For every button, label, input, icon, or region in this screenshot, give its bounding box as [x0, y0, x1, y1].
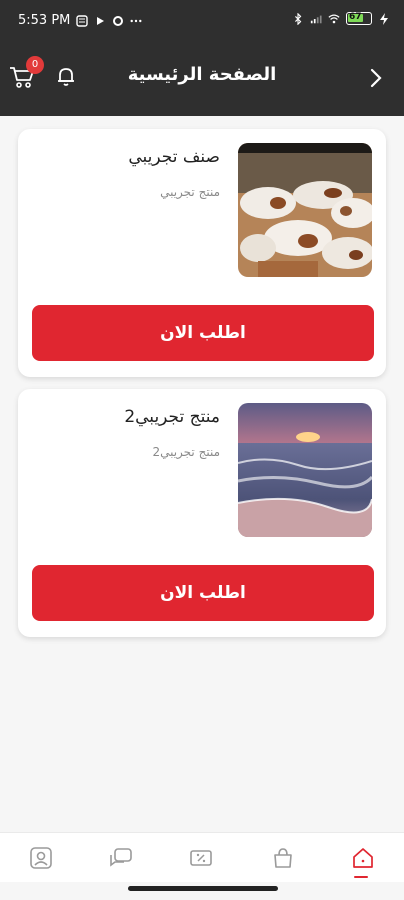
chat-icon[interactable] — [108, 845, 134, 871]
battery-icon: 67 — [346, 12, 372, 25]
profile-icon[interactable] — [28, 845, 54, 871]
bag-icon[interactable] — [270, 845, 296, 871]
order-now-button[interactable]: اطلب الان — [32, 565, 374, 621]
product-name: صنف تجريبي — [128, 147, 220, 167]
product-description: منتج تجريبي — [160, 185, 220, 199]
battery-level: 67 — [349, 12, 362, 22]
circle-icon — [113, 15, 124, 26]
product-name: منتج تجريبي2 — [124, 407, 220, 427]
status-time: 5:53 PM — [18, 13, 71, 28]
order-now-button[interactable]: اطلب الان — [32, 305, 374, 361]
product-card[interactable]: صنف تجريبي منتج تجريبي اطلب الان — [18, 129, 386, 377]
product-image-sunset-beach — [238, 403, 372, 537]
active-tab-indicator — [354, 876, 368, 878]
bell-icon[interactable] — [54, 64, 78, 88]
more-dots-icon — [130, 19, 142, 22]
signal-icon — [310, 15, 322, 23]
notification-icon — [76, 14, 89, 27]
coupon-icon[interactable] — [188, 845, 214, 871]
cart-count-badge: 0 — [26, 56, 44, 74]
gesture-bar — [128, 886, 278, 891]
home-icon[interactable] — [350, 845, 376, 871]
app-header: الصفحة الرئيسية — [0, 44, 404, 116]
bluetooth-icon — [295, 12, 302, 25]
charging-icon — [380, 12, 388, 25]
chevron-right-icon[interactable] — [364, 62, 388, 94]
product-card[interactable]: منتج تجريبي2 منتج تجريبي2 اطلب الان — [18, 389, 386, 637]
wifi-icon — [328, 14, 340, 23]
product-description: منتج تجريبي2 — [152, 445, 220, 459]
status-bar: 5:53 PM 67 — [0, 0, 404, 44]
product-image-goats — [238, 143, 372, 277]
bottom-navigation — [0, 832, 404, 882]
play-icon — [97, 16, 105, 25]
